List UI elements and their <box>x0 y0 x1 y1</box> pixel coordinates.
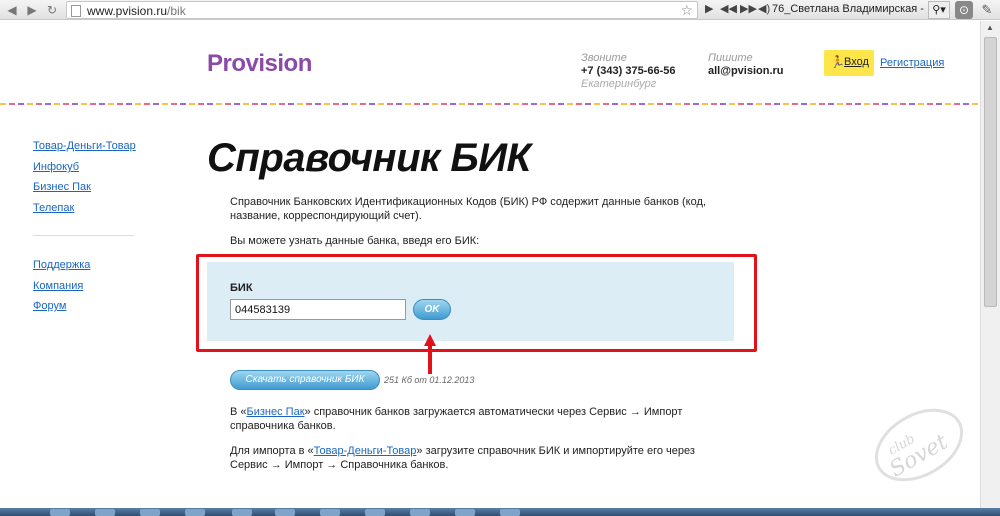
back-icon[interactable]: ◀ <box>4 2 20 18</box>
register-link[interactable]: Регистрация <box>880 57 944 69</box>
taskbar-item[interactable] <box>95 509 115 516</box>
browser-toolbar: ◀ ▶ ↻ www.pvision.ru/bik ☆ ▶ ◀◀ ▶▶ ◀) 76… <box>0 0 1000 20</box>
settings-wrench-icon[interactable]: ✎ <box>978 1 996 19</box>
annotation-arrow <box>428 342 432 374</box>
search-icon[interactable]: ⚲▾ <box>928 1 950 19</box>
phone-number: +7 (343) 375-66-56 <box>581 65 676 77</box>
sidebar-item-biznes-pak[interactable]: Бизнес Пак <box>33 181 91 193</box>
email-address[interactable]: all@pvision.ru <box>708 65 784 77</box>
header-divider <box>0 103 980 105</box>
sidebar-divider <box>33 235 134 236</box>
reload-icon[interactable]: ↻ <box>44 2 60 18</box>
watermark-logo: club Sovet <box>874 408 964 483</box>
download-info: 251 Кб от 01.12.2013 <box>384 375 475 385</box>
sidebar-item-forum[interactable]: Форум <box>33 300 66 312</box>
runner-icon: 🏃 <box>830 55 845 69</box>
call-label: Звоните <box>581 52 627 64</box>
forward-icon[interactable]: ▶ <box>24 2 40 18</box>
sidebar-item-tovar-dengi-tovar[interactable]: Товар-Деньги-Товар <box>33 140 136 152</box>
play-icon[interactable]: ▶ <box>705 2 713 15</box>
sidebar-item-telepak[interactable]: Телепак <box>33 202 74 214</box>
scroll-thumb[interactable] <box>984 37 997 307</box>
taskbar-item[interactable] <box>365 509 385 516</box>
tdt-note: Для импорта в «Товар-Деньги-Товар» загру… <box>230 445 695 471</box>
volume-icon[interactable]: ◀) <box>758 2 770 15</box>
scrollbar[interactable]: ▲ <box>980 21 1000 508</box>
taskbar-item[interactable] <box>50 509 70 516</box>
url-text: www.pvision.ru/bik <box>87 4 186 18</box>
taskbar-item[interactable] <box>500 509 520 516</box>
scroll-up-icon[interactable]: ▲ <box>986 23 994 32</box>
page-icon <box>71 5 81 17</box>
sidebar-item-infokub[interactable]: Инфокуб <box>33 161 79 173</box>
arrow-up-icon <box>424 334 436 346</box>
taskbar-item[interactable] <box>232 509 252 516</box>
tovar-dengi-tovar-link[interactable]: Товар-Деньги-Товар <box>314 445 417 457</box>
biznes-pak-note: В «Бизнес Пак» справочник банков загружа… <box>230 406 683 432</box>
bik-label: БИК <box>230 282 253 294</box>
download-button[interactable]: Скачать справочник БИК <box>230 370 380 390</box>
page-title: Справочник БИК <box>207 136 531 180</box>
taskbar-item[interactable] <box>140 509 160 516</box>
taskbar-item[interactable] <box>455 509 475 516</box>
next-track-icon[interactable]: ▶▶ <box>740 2 757 15</box>
site-logo[interactable]: Provision <box>207 50 312 78</box>
svg-text:Sovet: Sovet <box>885 430 952 483</box>
sidebar-item-support[interactable]: Поддержка <box>33 259 90 271</box>
taskbar-item[interactable] <box>320 509 340 516</box>
taskbar-item[interactable] <box>275 509 295 516</box>
login-label: Вход <box>844 56 869 68</box>
write-label: Пишите <box>708 52 753 64</box>
taskbar-item[interactable] <box>185 509 205 516</box>
track-title: 76_Светлана Владимирская - Горь <box>772 3 927 15</box>
city-label: Екатеринбург <box>581 78 657 90</box>
bik-input[interactable] <box>230 299 406 320</box>
extension-icon[interactable]: ⊙ <box>955 1 973 19</box>
login-button[interactable]: 🏃 Вход <box>824 50 874 76</box>
biznes-pak-link[interactable]: Бизнес Пак <box>247 406 305 418</box>
taskbar-item[interactable] <box>410 509 430 516</box>
intro-text: Справочник Банковских Идентификационных … <box>230 196 706 222</box>
bookmark-star-icon[interactable]: ☆ <box>680 2 693 19</box>
ok-button[interactable]: OK <box>413 299 451 320</box>
address-bar[interactable]: www.pvision.ru/bik ☆ <box>66 1 698 19</box>
sidebar-item-company[interactable]: Компания <box>33 280 83 292</box>
previous-track-icon[interactable]: ◀◀ <box>720 2 737 15</box>
prompt-text: Вы можете узнать данные банка, введя его… <box>230 235 480 247</box>
